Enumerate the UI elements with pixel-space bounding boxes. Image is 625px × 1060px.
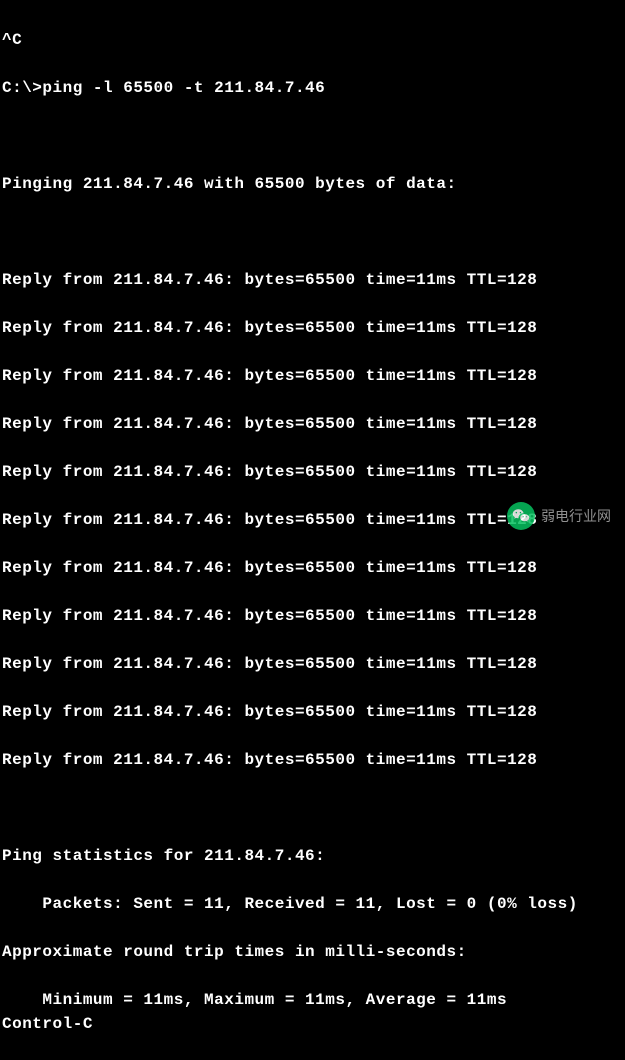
watermark-text: 弱电行业网 bbox=[541, 506, 611, 527]
ping-reply: Reply from 211.84.7.46: bytes=65500 time… bbox=[2, 268, 623, 292]
ping-reply: Reply from 211.84.7.46: bytes=65500 time… bbox=[2, 316, 623, 340]
prompt: C:\> bbox=[2, 79, 42, 97]
ping-reply: Reply from 211.84.7.46: bytes=65500 time… bbox=[2, 748, 623, 772]
packets-stats: Packets: Sent = 11, Received = 11, Lost … bbox=[2, 892, 623, 916]
ping-reply: Reply from 211.84.7.46: bytes=65500 time… bbox=[2, 604, 623, 628]
ping-reply: Reply from 211.84.7.46: bytes=65500 time… bbox=[2, 364, 623, 388]
terminal-output: ^C C:\>ping -l 65500 -t 211.84.7.46 Ping… bbox=[2, 4, 623, 1060]
watermark: 弱电行业网 bbox=[507, 502, 611, 530]
rtt-title: Approximate round trip times in milli-se… bbox=[2, 940, 623, 964]
control-c-signal: Control-C bbox=[2, 1012, 623, 1036]
ping-reply: Reply from 211.84.7.46: bytes=65500 time… bbox=[2, 700, 623, 724]
ping-header: Pinging 211.84.7.46 with 65500 bytes of … bbox=[2, 172, 623, 196]
blank-line bbox=[2, 220, 623, 244]
blank-line bbox=[2, 124, 623, 148]
command-text: ping -l 65500 -t 211.84.7.46 bbox=[42, 79, 325, 97]
ping-reply: Reply from 211.84.7.46: bytes=65500 time… bbox=[2, 460, 623, 484]
ping-reply: Reply from 211.84.7.46: bytes=65500 time… bbox=[2, 556, 623, 580]
rtt-stats: Minimum = 11ms, Maximum = 11ms, Average … bbox=[2, 991, 507, 1009]
ping-reply: Reply from 211.84.7.46: bytes=65500 time… bbox=[2, 412, 623, 436]
blank-line bbox=[2, 796, 623, 820]
interrupt-signal: ^C bbox=[2, 28, 623, 52]
wechat-icon bbox=[507, 502, 535, 530]
ping-reply: Reply from 211.84.7.46: bytes=65500 time… bbox=[2, 652, 623, 676]
stats-title: Ping statistics for 211.84.7.46: bbox=[2, 844, 623, 868]
command-line[interactable]: C:\>ping -l 65500 -t 211.84.7.46 bbox=[2, 76, 623, 100]
